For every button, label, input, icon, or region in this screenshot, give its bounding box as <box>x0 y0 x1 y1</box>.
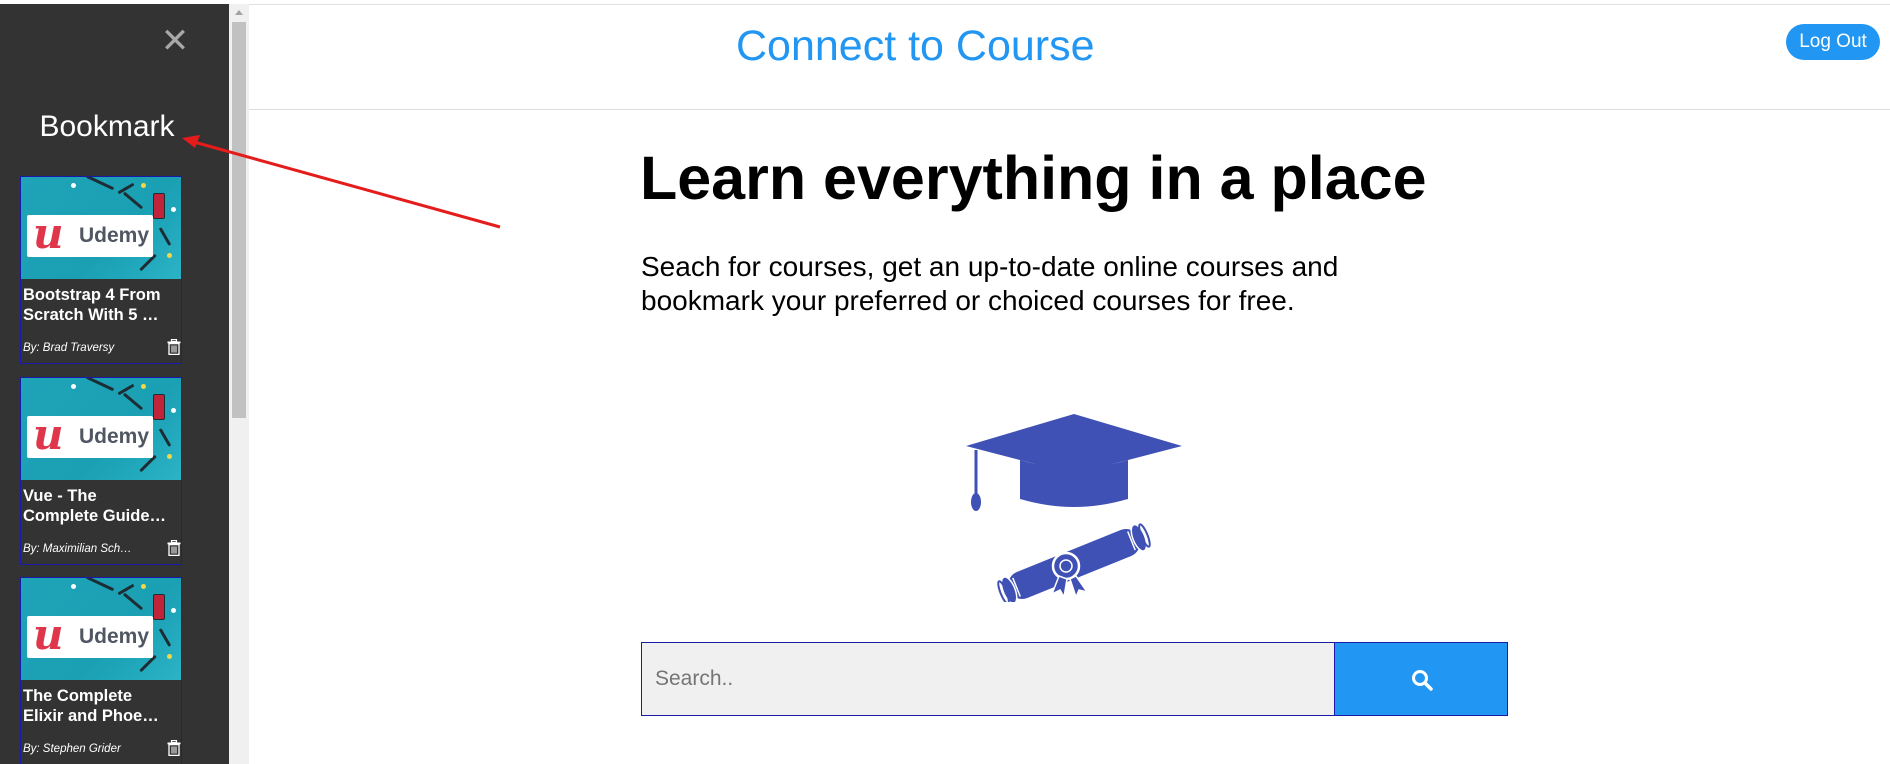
udemy-logo: u Udemy <box>27 612 153 658</box>
udemy-u-logo: u <box>33 209 64 258</box>
graduation-cap-diploma-icon <box>966 414 1182 602</box>
bookmark-title: Bookmark <box>39 110 175 143</box>
udemy-u-logo: u <box>33 410 64 459</box>
course-title[interactable]: Vue - The Complete Guide… <box>23 486 179 526</box>
bookmark-sidebar: ✕ Bookmark u Udemy Bootstrap 4 From Scra… <box>0 4 229 764</box>
bookmark-card[interactable]: u Udemy Bootstrap 4 From Scratch With 5 … <box>20 176 182 364</box>
hero-description: Seach for courses, get an up-to-date onl… <box>641 251 1339 316</box>
top-border <box>249 4 1890 5</box>
course-thumbnail: u Udemy <box>21 378 181 480</box>
site-title[interactable]: Connect to Course <box>736 22 1095 71</box>
trash-icon[interactable] <box>167 740 181 756</box>
udemy-logo: u Udemy <box>27 412 153 458</box>
close-sidebar-button[interactable]: ✕ <box>160 24 190 58</box>
logout-button[interactable]: Log Out <box>1786 24 1880 60</box>
course-thumbnail: u Udemy <box>21 578 181 680</box>
course-author: By: Maximilian Sch… <box>23 543 132 555</box>
course-thumbnail: u Udemy <box>21 177 181 279</box>
scroll-up-arrow-icon[interactable] <box>235 10 243 15</box>
bookmark-card[interactable]: u Udemy Vue - The Complete Guide… By: Ma… <box>20 377 182 565</box>
trash-icon[interactable] <box>167 339 181 355</box>
bookmark-card[interactable]: u Udemy The Complete Elixir and Phoe… By… <box>20 577 182 764</box>
scrollbar-thumb[interactable] <box>232 22 246 418</box>
search-button[interactable] <box>1334 642 1508 716</box>
hero-title: Learn everything in a place <box>640 144 1427 212</box>
udemy-u-logo: u <box>33 610 64 659</box>
app-root: ✕ Bookmark u Udemy Bootstrap 4 From Scra… <box>0 0 1890 764</box>
header-divider <box>249 109 1890 110</box>
udemy-logo: u Udemy <box>27 211 153 257</box>
sidebar-scrollbar[interactable] <box>229 4 249 764</box>
course-author: By: Brad Traversy <box>23 342 115 354</box>
trash-icon[interactable] <box>167 540 181 556</box>
search-icon <box>1412 670 1433 691</box>
course-title[interactable]: Bootstrap 4 From Scratch With 5 … <box>23 285 179 325</box>
search-input[interactable] <box>641 642 1334 716</box>
course-title[interactable]: The Complete Elixir and Phoe… <box>23 686 179 726</box>
course-author: By: Stephen Grider <box>23 743 121 755</box>
close-icon: ✕ <box>160 21 190 61</box>
